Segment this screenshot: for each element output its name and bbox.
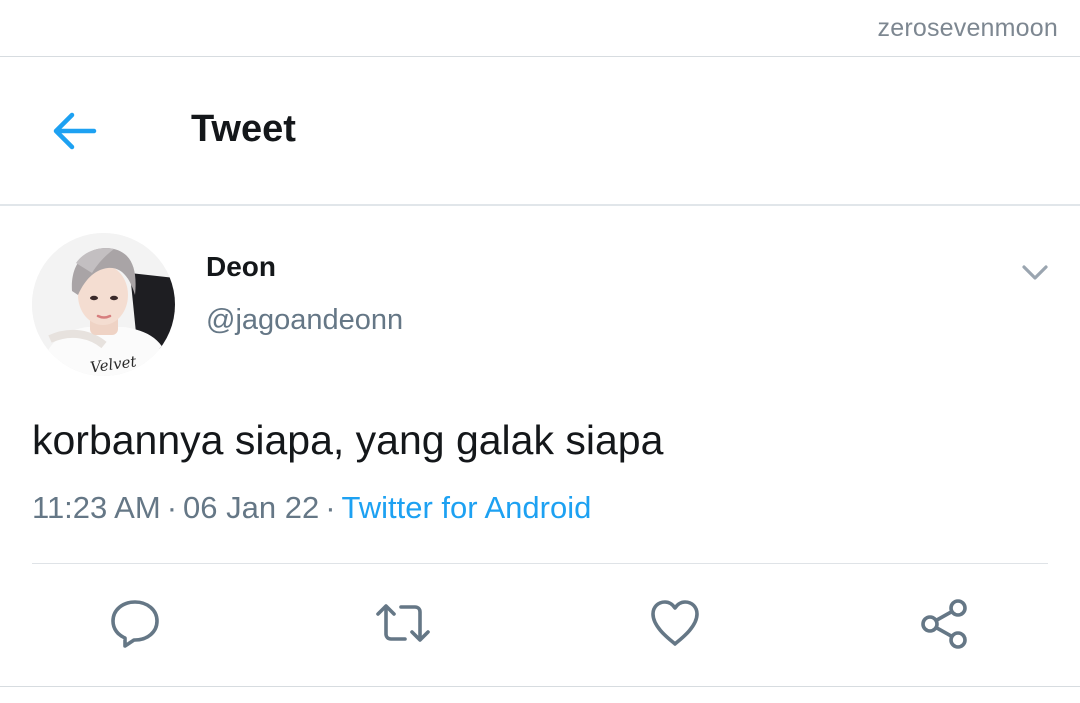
tweet-time: 11:23 AM — [32, 490, 161, 525]
comment-icon — [111, 600, 159, 648]
share-button[interactable] — [918, 596, 972, 650]
top-divider — [0, 56, 1080, 57]
reply-button[interactable] — [108, 596, 162, 650]
page-title: Tweet — [191, 108, 296, 150]
author-display-name[interactable]: Deon — [206, 251, 276, 283]
like-button[interactable] — [648, 596, 702, 650]
retweet-button[interactable] — [376, 596, 430, 650]
author-handle[interactable]: @jagoandeonn — [206, 304, 403, 337]
heart-icon — [651, 600, 699, 646]
meta-separator: · — [166, 490, 178, 525]
tweet-metadata: 11:23 AM · 06 Jan 22 · Twitter for Android — [32, 490, 591, 526]
chevron-down-icon — [1022, 265, 1048, 280]
tweet-options-button[interactable] — [1018, 258, 1052, 286]
arrow-left-icon — [53, 112, 97, 150]
avatar[interactable]: Velvet — [32, 233, 175, 376]
share-icon — [921, 599, 967, 649]
watermark: zerosevenmoon — [877, 14, 1058, 42]
tweet-date: 06 Jan 22 — [183, 490, 320, 525]
bottom-divider — [0, 686, 1080, 687]
header-divider — [0, 204, 1080, 206]
tweet-source-link[interactable]: Twitter for Android — [342, 490, 592, 525]
actions-divider — [32, 563, 1048, 564]
back-button[interactable] — [50, 108, 98, 154]
retweet-icon — [376, 604, 430, 642]
meta-separator: · — [325, 490, 336, 525]
tweet-text: korbannya siapa, yang galak siapa — [32, 417, 664, 463]
